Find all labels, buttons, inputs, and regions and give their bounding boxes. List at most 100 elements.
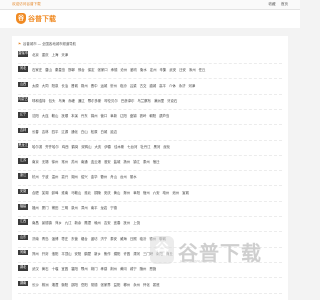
city-link[interactable]: 盐城 (114, 160, 121, 164)
city-link[interactable]: 景德镇 (42, 221, 52, 225)
city-link[interactable]: 保定 (88, 68, 95, 72)
city-link[interactable]: 常德 (91, 283, 98, 287)
city-link[interactable]: 芜湖 (42, 191, 49, 195)
province-tag[interactable]: 内蒙古 (18, 96, 28, 103)
city-link[interactable]: 阜阳 (133, 191, 140, 195)
city-link[interactable]: 淄博 (52, 237, 59, 241)
city-link[interactable]: 辽源 (61, 130, 68, 134)
city-link[interactable]: 本溪 (71, 114, 78, 118)
city-link[interactable]: 湘潭 (52, 283, 59, 287)
city-link[interactable]: 娄底 (153, 283, 160, 287)
site-logo[interactable]: 谷 谷普下载 (16, 13, 56, 24)
city-link[interactable]: 六安 (153, 191, 160, 195)
city-link[interactable]: 株洲 (42, 283, 49, 287)
city-link[interactable]: 涿州 (189, 68, 196, 72)
city-link[interactable]: 盘锦 (130, 114, 137, 118)
city-link[interactable]: 合肥 (32, 191, 39, 195)
city-link[interactable]: 迁安 (179, 68, 186, 72)
province-tag[interactable]: 辽宁 (18, 112, 28, 118)
city-link[interactable]: 开封 (42, 252, 49, 256)
city-link[interactable]: 唐山 (45, 68, 52, 72)
city-link[interactable]: 潍坊 (91, 237, 98, 241)
city-link[interactable]: 伊春 (104, 145, 111, 149)
city-link[interactable]: 舟山 (110, 175, 117, 179)
city-link[interactable]: 高平 (159, 84, 166, 88)
city-link[interactable]: 福州 (32, 206, 39, 210)
city-link[interactable]: 张家口 (97, 68, 107, 72)
city-link[interactable]: 铜陵 (94, 191, 101, 195)
city-link[interactable]: 荆门 (91, 267, 98, 271)
city-link[interactable]: 包头 (49, 99, 56, 103)
city-link[interactable]: 威海 (120, 237, 127, 241)
city-link[interactable]: 马鞍山 (71, 191, 81, 195)
city-link[interactable]: 常州 (61, 160, 68, 164)
city-link[interactable]: 漯河 (133, 252, 140, 256)
city-link[interactable]: 蚌埠 (52, 191, 59, 195)
city-link[interactable]: 鸡西 (62, 145, 69, 149)
city-link[interactable]: 大连 (42, 114, 49, 118)
city-link[interactable]: 辽阳 (120, 114, 127, 118)
city-link[interactable]: 漳州 (81, 206, 88, 210)
city-link[interactable]: 十堰 (52, 267, 59, 271)
province-tag[interactable]: 湖南 (18, 280, 28, 286)
city-link[interactable]: 随州 (140, 267, 147, 271)
city-link[interactable]: 丹东 (81, 114, 88, 118)
city-link[interactable]: 任丘 (199, 68, 206, 72)
province-tag[interactable]: 河北 (18, 66, 28, 72)
city-link[interactable]: 宜昌 (61, 267, 68, 271)
city-link[interactable]: 张家界 (100, 283, 110, 287)
city-link[interactable]: 石家庄 (32, 68, 42, 72)
city-link[interactable]: 晋城 (71, 84, 78, 88)
city-link[interactable]: 永济 (179, 84, 186, 88)
favorite-link[interactable]: 收藏 (268, 2, 275, 6)
city-link[interactable]: 呼和浩特 (32, 99, 46, 103)
city-link[interactable]: 淮安 (104, 160, 111, 164)
city-link[interactable]: 鞍山 (52, 114, 59, 118)
city-link[interactable]: 温州 (52, 175, 59, 179)
city-link[interactable]: 郴州 (123, 283, 130, 287)
city-link[interactable]: 赤峰 (68, 99, 75, 103)
city-link[interactable]: 宣城 (182, 191, 189, 195)
city-link[interactable]: 三明 (61, 206, 68, 210)
city-link[interactable]: 泉州 (71, 206, 78, 210)
city-link[interactable]: 巴彦淖尔 (121, 99, 135, 103)
city-link[interactable]: 岳阳 (81, 283, 88, 287)
city-link[interactable]: 邯郸 (68, 68, 75, 72)
city-link[interactable]: 朔州 (81, 84, 88, 88)
city-link[interactable]: 通化 (71, 130, 78, 134)
city-link[interactable]: 沈阳 (32, 114, 39, 118)
province-tag[interactable]: 安徽 (18, 188, 28, 195)
city-link[interactable]: 赣州 (94, 221, 101, 225)
city-link[interactable]: 上饶 (133, 221, 140, 225)
city-link[interactable]: 秦皇岛 (55, 68, 65, 72)
city-link[interactable]: 襄阳 (71, 267, 78, 271)
city-link[interactable]: 天津 (61, 53, 68, 57)
city-link[interactable]: 连云港 (91, 160, 101, 164)
city-link[interactable]: 承德 (111, 68, 118, 72)
city-link[interactable]: 四平 (52, 130, 59, 134)
province-tag[interactable]: 湖北 (18, 265, 28, 271)
city-link[interactable]: 运城 (100, 84, 107, 88)
city-link[interactable]: 永州 (133, 283, 140, 287)
city-link[interactable]: 通辽 (78, 99, 85, 103)
city-link[interactable]: 锦州 (91, 114, 98, 118)
city-link[interactable]: 淮南 (61, 191, 68, 195)
city-link[interactable]: 苏州 (71, 160, 78, 164)
city-link[interactable]: 大同 (42, 84, 49, 88)
city-link[interactable]: 安阳 (75, 252, 82, 256)
city-link[interactable]: 鄂尔多斯 (88, 99, 102, 103)
city-link[interactable]: 阳泉 (52, 84, 59, 88)
city-link[interactable]: 南京 (32, 160, 39, 164)
city-link[interactable]: 吉林 (42, 130, 49, 134)
city-link[interactable]: 衡阳 (61, 283, 68, 287)
city-link[interactable]: 许昌 (123, 252, 130, 256)
city-link[interactable]: 满洲里 (154, 99, 164, 103)
city-link[interactable]: 呼伦贝尔 (104, 99, 118, 103)
city-link[interactable]: 牡丹江 (140, 145, 150, 149)
city-link[interactable]: 杭州 (32, 175, 39, 179)
city-link[interactable]: 无锡 (42, 160, 49, 164)
city-link[interactable]: 莆田 (52, 206, 59, 210)
city-link[interactable]: 南通 (81, 160, 88, 164)
city-link[interactable]: 丽水 (130, 175, 137, 179)
city-link[interactable]: 辛集 (160, 68, 167, 72)
